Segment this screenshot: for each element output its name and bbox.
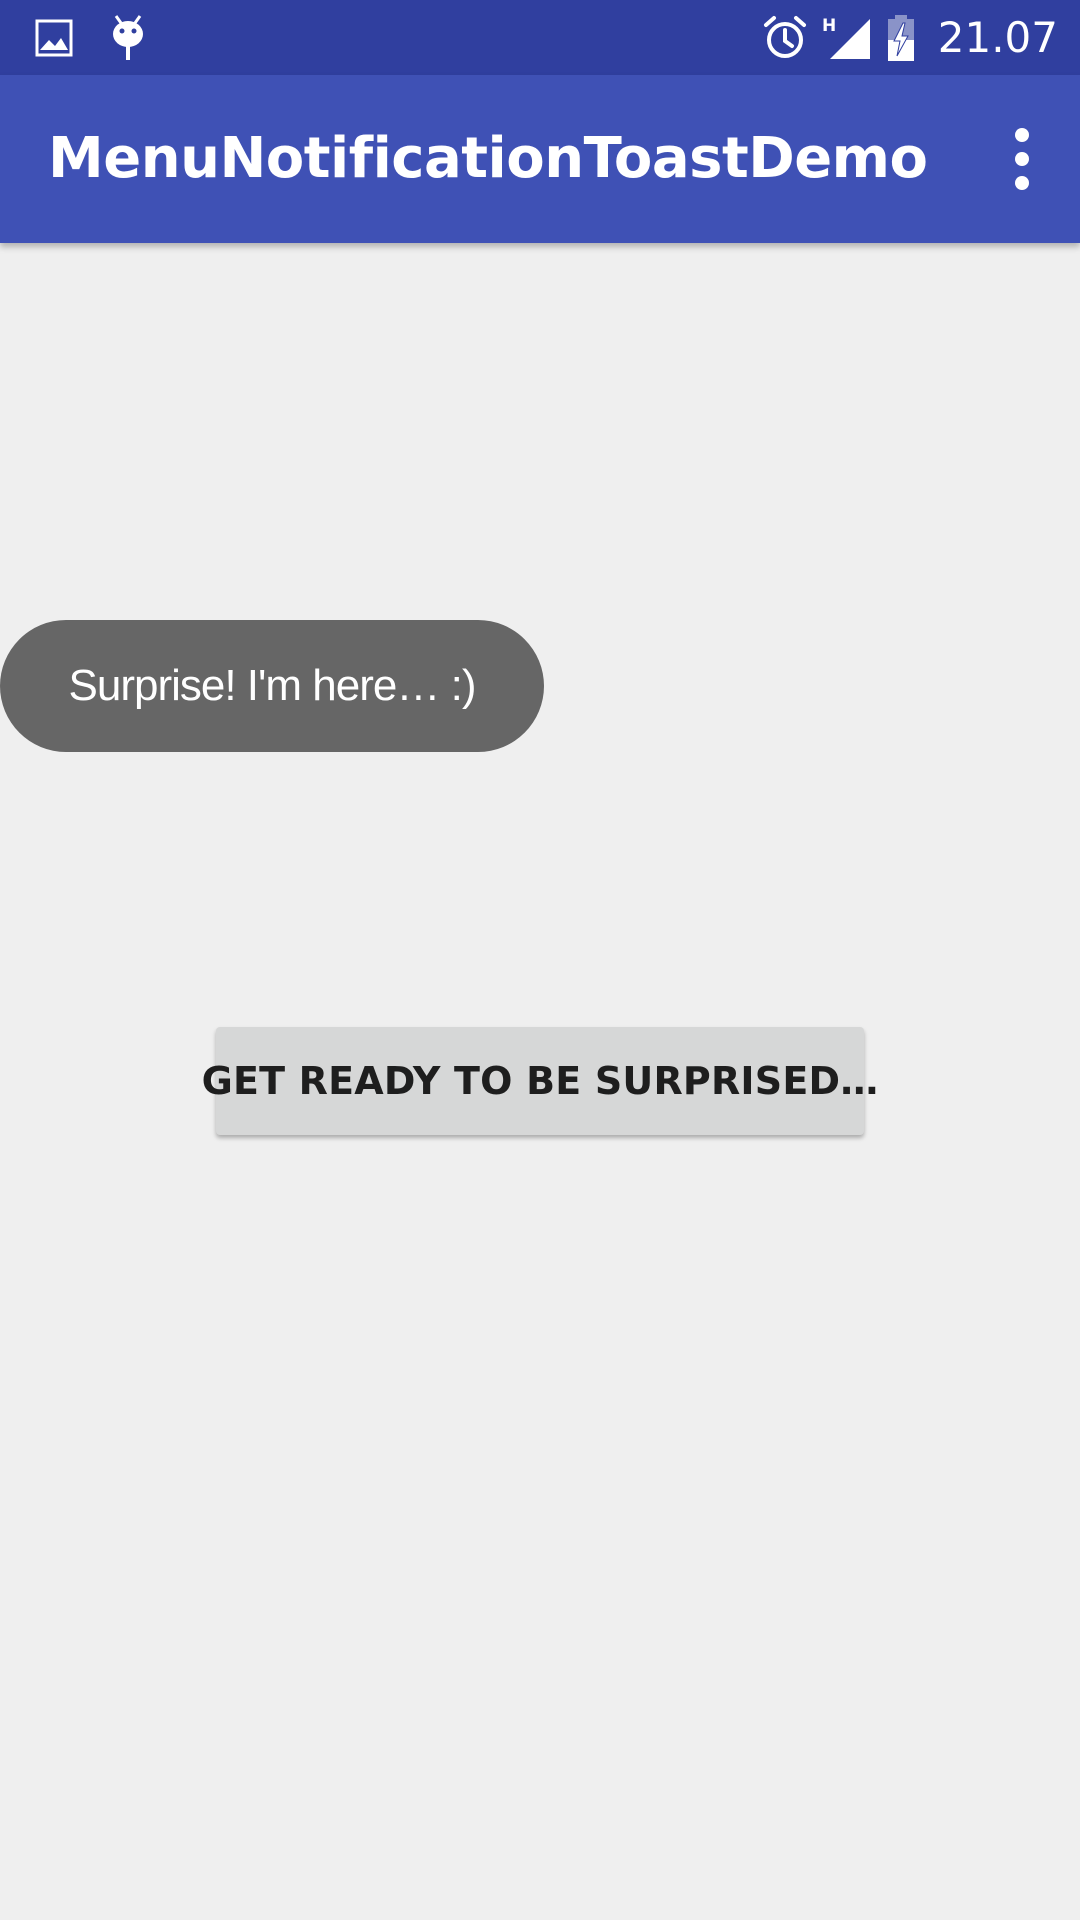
overflow-dot — [1015, 128, 1029, 142]
app-title: MenuNotificationToastDemo — [48, 126, 928, 191]
toast: Surprise! I'm here… :) — [0, 620, 544, 752]
battery-charging-icon — [886, 14, 916, 62]
toast-message: Surprise! I'm here… :) — [68, 661, 477, 710]
status-bar: H 21.07 — [0, 0, 1080, 75]
app-bar: MenuNotificationToastDemo — [0, 75, 1080, 243]
overflow-dot — [1015, 152, 1029, 166]
android-debug-icon — [110, 14, 146, 62]
signal-icon: H — [822, 15, 872, 61]
more-vert-icon[interactable] — [994, 119, 1050, 199]
status-bar-system: H 21.07 — [762, 10, 1058, 66]
image-icon — [34, 18, 74, 58]
alarm-icon — [762, 15, 808, 61]
overflow-dot — [1015, 176, 1029, 190]
status-time: 21.07 — [937, 13, 1058, 62]
network-type-label: H — [822, 16, 836, 36]
surprise-button[interactable]: GET READY TO BE SURPRISED… — [202, 1027, 878, 1135]
app-screen: H 21.07 MenuNotificationToastDemo Surpri… — [0, 0, 1080, 1920]
status-bar-notifications — [34, 14, 146, 62]
